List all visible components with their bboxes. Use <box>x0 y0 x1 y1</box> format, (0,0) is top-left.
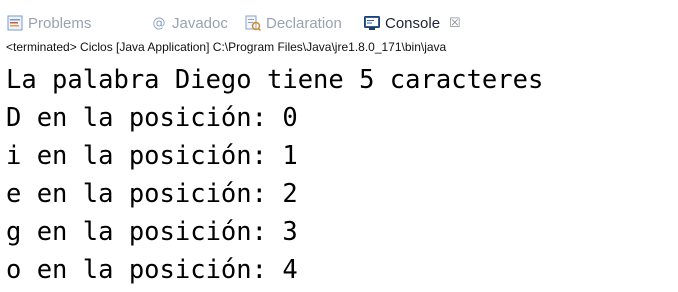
close-icon[interactable]: ☒ <box>449 15 461 31</box>
console-output[interactable]: La palabra Diego tiene 5 caracteres D en… <box>0 57 678 292</box>
console-line: La palabra Diego tiene 5 caracteres <box>6 65 544 95</box>
javadoc-icon: @ <box>150 14 168 32</box>
console-line: e en la posición: 2 <box>6 179 298 209</box>
process-status-line: <terminated> Ciclos [Java Application] C… <box>6 40 447 54</box>
console-line: D en la posición: 0 <box>6 103 298 133</box>
problems-icon <box>6 14 24 32</box>
console-line: g en la posición: 3 <box>6 217 298 247</box>
console-icon <box>363 14 381 32</box>
tab-problems[interactable]: Problems <box>6 11 91 35</box>
tab-javadoc[interactable]: @ Javadoc <box>150 11 228 35</box>
tab-javadoc-label: Javadoc <box>172 14 228 32</box>
declaration-icon <box>244 14 262 32</box>
console-line: i en la posición: 1 <box>6 141 298 171</box>
tab-console[interactable]: Console ☒ <box>363 11 461 35</box>
svg-text:@: @ <box>153 16 166 31</box>
tab-declaration-label: Declaration <box>266 14 342 32</box>
tab-problems-label: Problems <box>28 14 92 32</box>
tab-declaration[interactable]: Declaration <box>244 11 342 35</box>
tab-console-label: Console <box>385 14 441 32</box>
eclipse-console-view: Problems @ Javadoc Declaration Console ☒… <box>0 0 678 292</box>
console-line: o en la posición: 4 <box>6 255 298 285</box>
view-tab-bar: Problems @ Javadoc Declaration Console ☒ <box>0 0 678 36</box>
